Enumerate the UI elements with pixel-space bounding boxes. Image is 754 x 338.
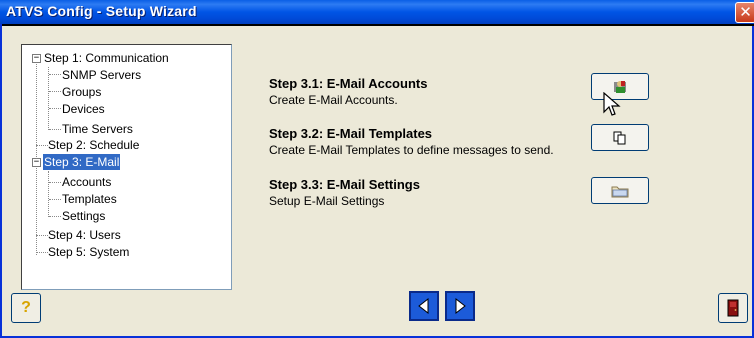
tree-connector: [49, 91, 61, 92]
tree-item-step-1[interactable]: Step 1: Communication: [44, 50, 169, 66]
copy-icon: [613, 131, 626, 144]
step-title-settings: Step 3.3: E-Mail Settings: [269, 177, 420, 192]
email-settings-button[interactable]: [591, 177, 649, 204]
tree-item-settings[interactable]: Settings: [62, 208, 105, 224]
window-title: ATVS Config - Setup Wizard: [6, 3, 197, 19]
arrow-left-icon: [418, 298, 429, 314]
tree-connector: [49, 199, 61, 200]
mouse-cursor-icon: [603, 92, 621, 116]
tree-connector: [36, 145, 48, 146]
tree-item-devices[interactable]: Devices: [62, 101, 105, 117]
tree-item-snmp-servers[interactable]: SNMP Servers: [62, 67, 141, 83]
title-bar: ATVS Config - Setup Wizard ✕: [0, 0, 754, 24]
exit-door-icon: [727, 299, 739, 317]
tree-branch-line-1: [48, 67, 49, 130]
step-title-templates: Step 3.2: E-Mail Templates: [269, 126, 433, 141]
folder-icon: [611, 186, 629, 197]
setup-wizard-window: ATVS Config - Setup Wizard ✕ − Step 1: C…: [0, 0, 754, 338]
tree-item-step-4[interactable]: Step 4: Users: [48, 227, 121, 243]
tree-item-templates[interactable]: Templates: [62, 191, 117, 207]
step-description-settings: Setup E-Mail Settings: [269, 194, 385, 208]
arrow-right-icon: [455, 298, 466, 314]
next-button[interactable]: [445, 291, 475, 321]
tree-branch-line-3: [48, 171, 49, 217]
title-divider: [2, 24, 754, 26]
help-button[interactable]: ?: [11, 293, 41, 323]
tree-item-step-5[interactable]: Step 5: System: [48, 244, 129, 260]
email-templates-button[interactable]: [591, 124, 649, 151]
wizard-tree[interactable]: − Step 1: Communication SNMP Servers Gro…: [21, 44, 232, 290]
tree-connector: [49, 108, 61, 109]
tree-item-groups[interactable]: Groups: [62, 84, 101, 100]
tree-item-step-2[interactable]: Step 2: Schedule: [48, 137, 139, 153]
step-title-accounts: Step 3.1: E-Mail Accounts: [269, 76, 428, 91]
tree-connector: [49, 182, 61, 183]
tree-item-time-servers[interactable]: Time Servers: [62, 121, 133, 137]
step-description-accounts: Create E-Mail Accounts.: [269, 93, 398, 107]
tree-connector: [36, 252, 48, 253]
step-description-templates: Create E-Mail Templates to define messag…: [269, 143, 554, 157]
exit-button[interactable]: [718, 293, 748, 323]
back-button[interactable]: [409, 291, 439, 321]
tree-connector: [49, 129, 61, 130]
tree-connector: [49, 216, 61, 217]
expander-collapse[interactable]: −: [32, 54, 41, 63]
tree-item-step-3[interactable]: Step 3: E-Mail: [43, 154, 121, 170]
tree-connector: [49, 74, 61, 75]
close-button[interactable]: ✕: [735, 2, 754, 23]
expander-collapse[interactable]: −: [32, 158, 41, 167]
tree-item-accounts[interactable]: Accounts: [62, 174, 111, 190]
tree-connector: [36, 235, 48, 236]
